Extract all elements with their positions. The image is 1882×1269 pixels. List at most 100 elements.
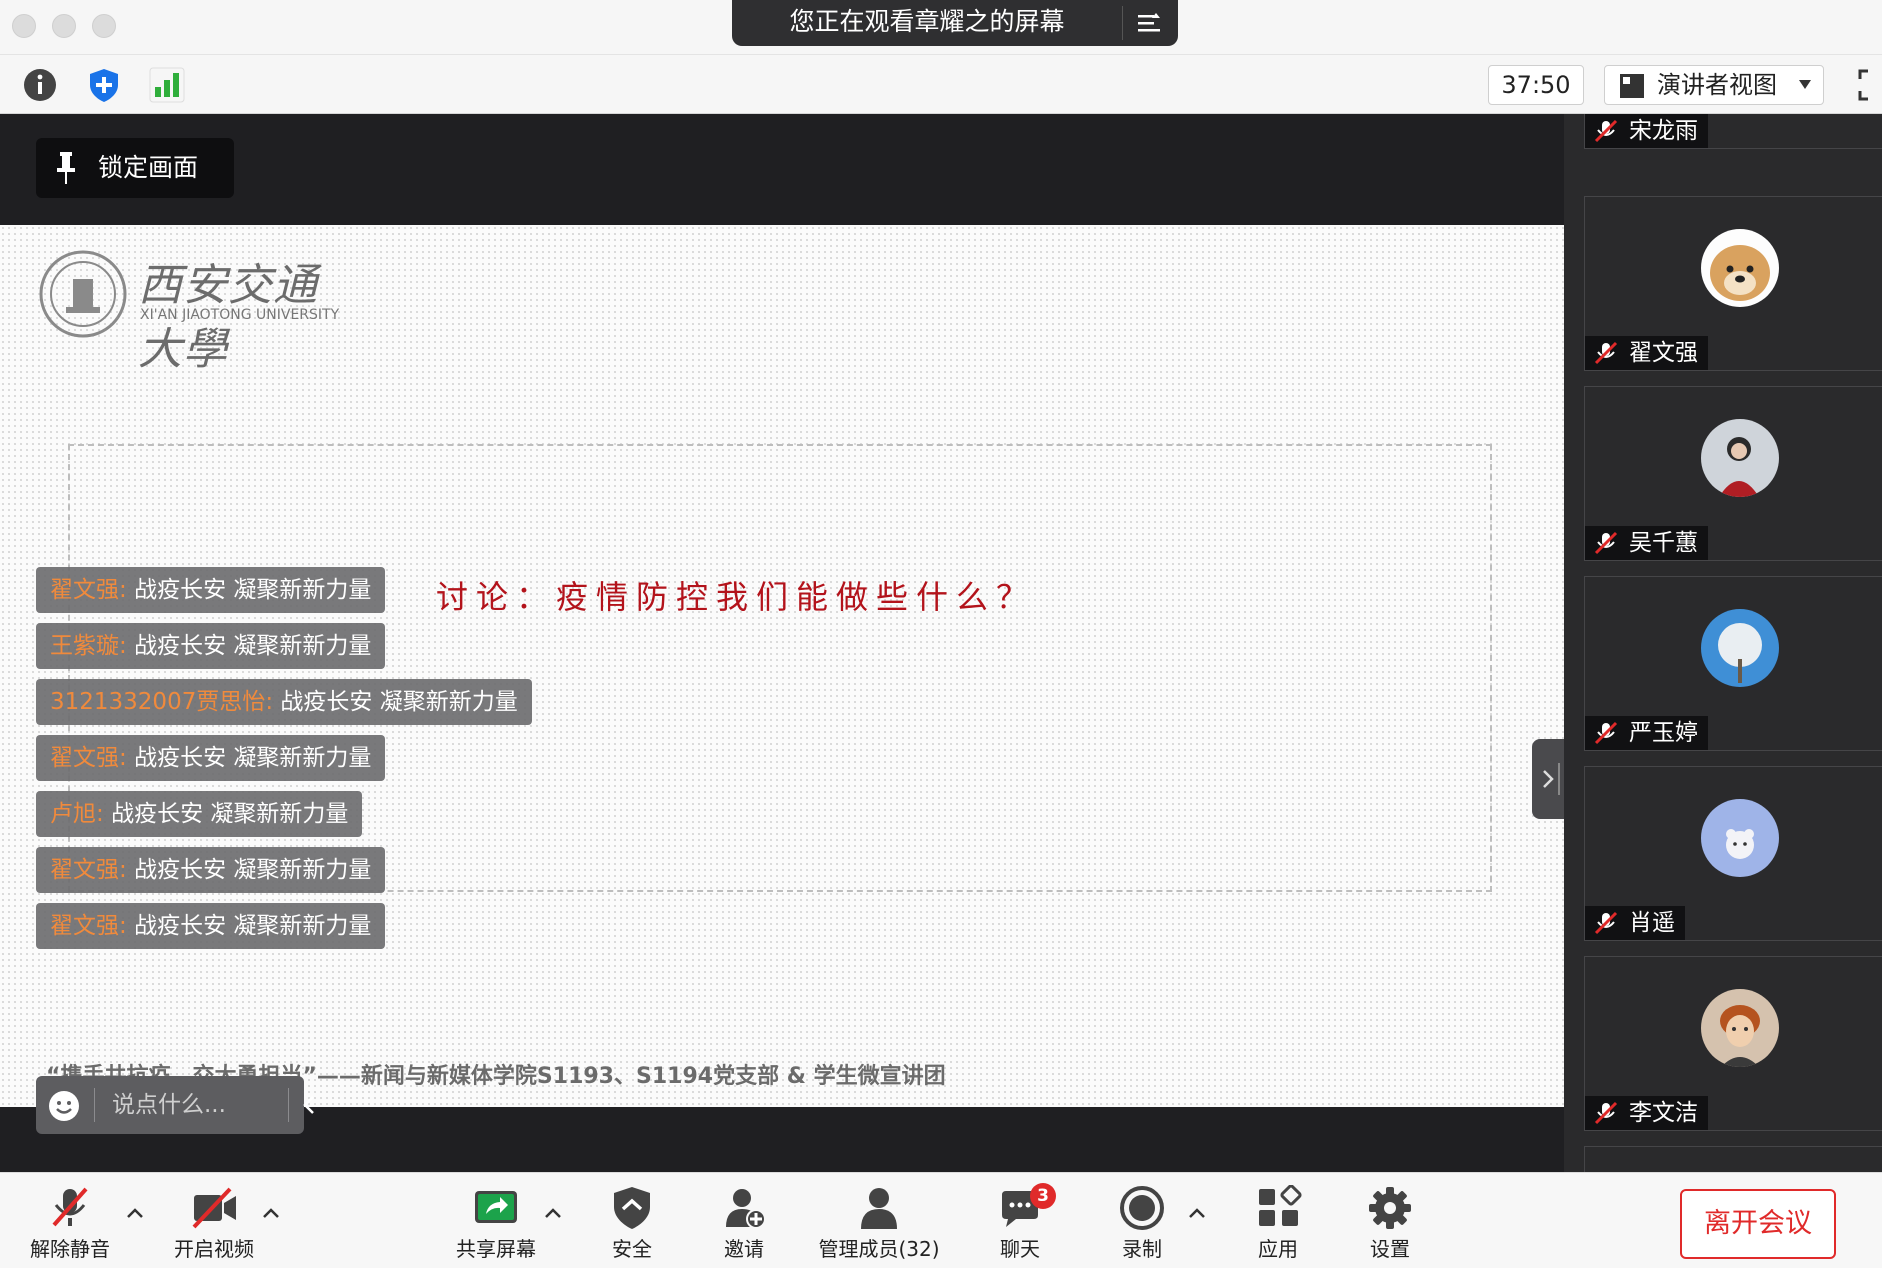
tree-avatar-icon [1701, 609, 1779, 687]
participant-name-tag: 宋龙雨 [1585, 114, 1708, 148]
chat-message: 翟文强: 战疫长安 凝聚新新力量 [36, 903, 386, 949]
video-off-icon [192, 1187, 236, 1229]
muted-microphone-icon [1594, 341, 1618, 365]
invite-button[interactable]: 邀请 [694, 1173, 794, 1269]
participant-tile[interactable]: 翟文强 [1584, 196, 1882, 371]
participant-name: 翟文强 [1629, 340, 1698, 366]
viewing-banner: 您正在观看章耀之的屏幕 [732, 0, 1178, 46]
university-name-english: XI'AN JIAOTONG UNIVERSITY [140, 307, 340, 323]
apps-icon [1259, 1185, 1302, 1226]
participant-name: 严玉婷 [1629, 720, 1698, 746]
share-screen-button[interactable]: 共享屏幕 [446, 1173, 546, 1269]
shared-screen-area: 锁定画面 西安交通大學 XI'AN JIAOTONG UNIVERSITY 讨论… [0, 114, 1564, 1172]
chat-message: 王紫璇: 战疫长安 凝聚新新力量 [36, 623, 386, 669]
speaker-view-icon [1620, 74, 1644, 98]
emoji-icon[interactable] [48, 1090, 80, 1122]
chat-sender: 翟文强: [50, 745, 127, 771]
meeting-toolbar: 37:50 演讲者视图 [0, 54, 1882, 114]
chevron-up-icon[interactable] [544, 1207, 562, 1219]
chat-text: 战疫长安 凝聚新新力量 [134, 633, 372, 659]
muted-microphone-icon [52, 1187, 88, 1227]
bear-avatar-icon [1701, 799, 1779, 877]
view-options-icon[interactable] [1134, 9, 1164, 37]
participant-name-tag: 肖遥 [1585, 906, 1685, 940]
gallery-toggle-button[interactable] [1532, 739, 1564, 819]
settings-label: 设置 [1370, 1237, 1410, 1261]
chat-text: 战疫长安 凝聚新新力量 [134, 913, 372, 939]
leave-meeting-button[interactable]: 离开会议 [1680, 1189, 1836, 1259]
participant-tile[interactable]: 严玉婷 [1584, 576, 1882, 751]
record-button[interactable]: 录制 [1092, 1173, 1192, 1269]
record-icon [1120, 1186, 1164, 1230]
participant-name-tag: 吴千蕙 [1585, 526, 1708, 560]
settings-button[interactable]: 设置 [1340, 1173, 1440, 1269]
chat-button[interactable]: 聊天 [970, 1173, 1070, 1269]
chat-label: 聊天 [1000, 1237, 1040, 1261]
chat-message: 翟文强: 战疫长安 凝聚新新力量 [36, 735, 386, 781]
chat-message: 翟文强: 战疫长安 凝聚新新力量 [36, 847, 386, 893]
start-video-label: 开启视频 [174, 1237, 254, 1261]
start-video-button[interactable]: 开启视频 [164, 1173, 264, 1269]
chat-text: 战疫长安 凝聚新新力量 [111, 801, 349, 827]
chat-sender: 王紫璇: [50, 633, 127, 659]
chat-sender: 卢旭: [50, 801, 104, 827]
add-person-icon [726, 1189, 766, 1229]
view-mode-dropdown[interactable]: 演讲者视图 [1604, 65, 1824, 105]
slide-discussion-title: 讨论：疫情防控我们能做些什么？ [436, 578, 1037, 616]
manage-participants-button[interactable]: 管理成员(32) [806, 1173, 952, 1269]
participant-tile[interactable]: 宋龙雨 [1584, 114, 1882, 149]
shield-icon [614, 1187, 650, 1229]
chat-message: 3121332007贾思怡: 战疫长安 凝聚新新力量 [36, 679, 532, 725]
manage-participants-label: 管理成员(32) [818, 1237, 940, 1261]
unmute-button[interactable]: 解除静音 [20, 1173, 120, 1269]
muted-microphone-icon [1594, 911, 1618, 935]
participant-avatar [1701, 799, 1779, 877]
lock-screen-label: 锁定画面 [98, 153, 199, 182]
chat-text: 战疫长安 凝聚新新力量 [134, 745, 372, 771]
chat-sender: 翟文强: [50, 577, 127, 603]
divider [1122, 6, 1123, 40]
chat-sender: 翟文强: [50, 913, 127, 939]
security-button[interactable]: 安全 [582, 1173, 682, 1269]
chat-text: 战疫长安 凝聚新新力量 [280, 689, 518, 715]
divider [288, 1088, 289, 1122]
apps-button[interactable]: 应用 [1228, 1173, 1328, 1269]
minimize-window-button[interactable] [52, 14, 76, 38]
participant-name-tag: 翟文强 [1585, 336, 1708, 370]
signal-strength-icon[interactable] [146, 65, 186, 105]
meeting-timer: 37:50 [1488, 65, 1584, 105]
chat-input-bar[interactable]: 说点什么... [36, 1076, 314, 1134]
window-titlebar: 您正在观看章耀之的屏幕 [0, 0, 1882, 54]
participant-tile[interactable]: 肖遥 [1584, 766, 1882, 941]
shield-icon[interactable] [84, 65, 124, 105]
chevron-up-icon[interactable] [262, 1207, 280, 1219]
participant-avatar [1701, 229, 1779, 307]
chat-input-placeholder[interactable]: 说点什么... [112, 1076, 226, 1134]
participant-name: 肖遥 [1629, 910, 1675, 936]
chevron-up-icon[interactable] [126, 1207, 144, 1219]
security-label: 安全 [612, 1237, 652, 1261]
divider [94, 1088, 95, 1122]
participant-avatar [1701, 609, 1779, 687]
muted-microphone-icon [1594, 721, 1618, 745]
lock-screen-button[interactable]: 锁定画面 [36, 138, 234, 198]
participant-tile[interactable]: 吴千蕙 [1584, 386, 1882, 561]
share-screen-icon [475, 1191, 517, 1223]
chevron-down-icon [1799, 80, 1811, 89]
chevron-left-icon[interactable] [302, 1094, 316, 1116]
participant-tile[interactable]: 李文洁 [1584, 956, 1882, 1131]
participant-name-tag: 李文洁 [1585, 1096, 1708, 1130]
participant-avatar [1701, 989, 1779, 1067]
pin-icon [57, 152, 75, 184]
participants-icon [861, 1188, 897, 1229]
chat-text: 战疫长安 凝聚新新力量 [134, 857, 372, 883]
participant-tile[interactable] [1584, 1146, 1882, 1172]
close-window-button[interactable] [12, 14, 36, 38]
redhead-avatar-icon [1701, 989, 1779, 1067]
zoom-window-button[interactable] [92, 14, 116, 38]
chevron-up-icon[interactable] [1188, 1207, 1206, 1219]
chat-message: 翟文强: 战疫长安 凝聚新新力量 [36, 567, 386, 613]
info-icon[interactable] [20, 65, 60, 105]
participant-gallery: 宋龙雨 翟文强 吴千蕙 严玉婷 肖遥 李文洁 [1564, 114, 1882, 1172]
fullscreen-icon[interactable] [1858, 69, 1882, 101]
